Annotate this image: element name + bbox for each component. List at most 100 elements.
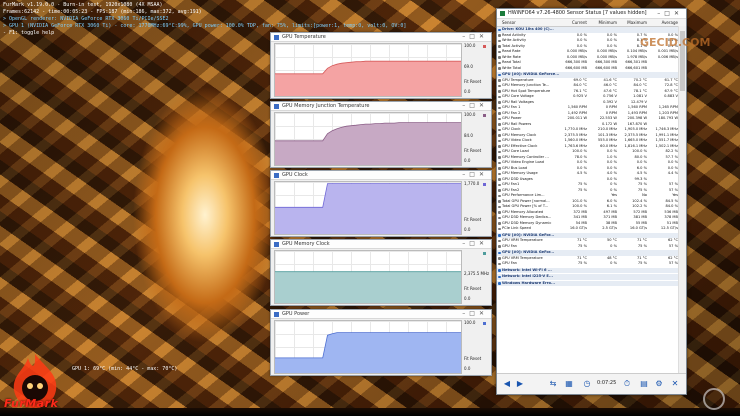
elapsed-time: 0:07:25 xyxy=(597,380,617,386)
vertical-scrollbar[interactable] xyxy=(678,26,686,375)
sensor-icon xyxy=(498,28,501,31)
column-minimum[interactable]: Minimum xyxy=(589,19,619,26)
report-icon[interactable]: ▤ xyxy=(638,378,650,390)
graph-fit-reset-buttons[interactable]: Fit Reset xyxy=(464,79,481,84)
column-average[interactable]: Average xyxy=(649,19,680,26)
sensor-name: GPU Memory Clock xyxy=(502,132,537,137)
graph-min-value: 0.0 xyxy=(464,227,471,232)
graph-min-value: 0.0 xyxy=(464,366,471,371)
sensor-name: GPU Fan2 xyxy=(502,187,520,192)
sensor-name: GPU Hot Spot Temperature xyxy=(502,88,551,93)
sensor-name: GPU Video Engine Load xyxy=(502,160,545,164)
hud-line: > OpenGL renderer: NVIDIA GeForce RTX 30… xyxy=(3,16,169,22)
graph-plot xyxy=(274,320,462,374)
sensor-list: Drive: KOU 1ihs 400 (C)... Read Activity 0… xyxy=(497,26,680,375)
graph-fit-reset-buttons[interactable]: Fit Reset xyxy=(464,356,481,361)
graph-app-icon xyxy=(274,34,279,40)
sensor-name: GPU Fan 2 xyxy=(502,110,521,115)
gpu-temp-status: GPU 1: 69°C (min: 44°C - max: 70°C) xyxy=(72,366,178,372)
graph-app-icon xyxy=(274,103,279,109)
graph-title: GPU Memory Junction Temperature xyxy=(282,103,370,109)
sensor-name: GPU D3D Memory Dedica... xyxy=(502,215,552,219)
nav-right-icon[interactable]: ▶ xyxy=(514,378,526,390)
sensor-icon xyxy=(498,156,501,159)
sensor-icon xyxy=(498,117,501,120)
graph-fit-reset-buttons[interactable]: Fit Reset xyxy=(464,217,481,222)
graph-fit-reset-buttons[interactable]: Fit Reset xyxy=(464,286,481,291)
graph-area xyxy=(275,332,461,373)
sensor-name: GPU Clock xyxy=(502,127,521,131)
sensor-value: 75 % xyxy=(577,243,587,248)
hud-line: > GPU 1 (NVIDIA GeForce RTX 3060 Ti) - c… xyxy=(3,23,407,29)
sensor-row[interactable]: PCIe Link Speed 16.0 GT/s 2.5 GT/s 16.0 GT/… xyxy=(497,226,680,232)
sensor-group-header[interactable]: Network: Intel I225-V E... xyxy=(497,274,680,280)
sensor-icon xyxy=(498,56,501,59)
graph-titlebar: GPU Clock –□✕ xyxy=(271,171,491,180)
graph-app-icon xyxy=(274,311,279,317)
sensor-row[interactable]: GPU Fan 75 % 0 % 75 % 57 % xyxy=(497,244,680,250)
network-icon[interactable]: ⇆ xyxy=(547,378,559,390)
sensor-icon xyxy=(498,245,501,248)
close-sensors-icon[interactable]: ✕ xyxy=(669,378,681,390)
column-sensor[interactable]: Sensor xyxy=(497,19,559,26)
window-controls[interactable]: –□✕ xyxy=(462,171,488,179)
sensor-name: Total GPU Power [% of T... xyxy=(502,204,549,208)
timer-icon[interactable]: ⏱ xyxy=(621,378,633,390)
sensor-icon xyxy=(498,172,501,175)
sensor-name: GPU D3D Usages xyxy=(502,176,533,181)
sensor-name: Read Total xyxy=(502,60,521,64)
sensor-name: Windows Hardware Erro... xyxy=(502,280,556,285)
graph-area xyxy=(275,61,461,96)
sensor-icon xyxy=(498,50,501,53)
graph-fit-reset-buttons[interactable]: Fit Reset xyxy=(464,148,481,153)
sensor-name: Network: Intel I225-V E... xyxy=(502,274,553,278)
settings-icon[interactable]: ⚙ xyxy=(653,378,665,390)
sensor-icon xyxy=(498,251,501,254)
hud-line: Frames:62142 - time:00:05:23 - FPS:187 (… xyxy=(3,9,202,15)
sensor-name: GPU Performance Lim... xyxy=(502,193,545,197)
sensor-value: 12.5 GT/s xyxy=(660,226,678,230)
sensor-name: GPU Bus Load xyxy=(502,165,528,170)
sensor-name: Total GPU Power [normal... xyxy=(502,198,550,203)
graph-titlebar: GPU Temperature –□✕ xyxy=(271,33,491,42)
sensor-name: GPU VRM Temperature xyxy=(502,238,543,242)
sensor-name: Write Total xyxy=(502,65,522,70)
graph-series xyxy=(275,60,461,96)
sensor-icon xyxy=(498,79,501,82)
column-current[interactable]: Current xyxy=(559,19,589,26)
graph-max-value: 100.0 xyxy=(464,320,476,325)
watermark: GECID.COM xyxy=(640,36,711,49)
layout-icon[interactable]: ▦ xyxy=(563,378,575,390)
sensor-icon xyxy=(498,275,501,278)
graph-series xyxy=(275,271,461,303)
sensor-value: 0 % xyxy=(610,261,617,265)
sensor-icon xyxy=(498,234,501,237)
sensor-value: 75 % xyxy=(637,243,647,248)
sensor-icon xyxy=(498,106,501,109)
window-controls[interactable]: –□✕ xyxy=(657,9,683,18)
graph-window: GPU Temperature –□✕ 100.0 69.0 Fit Reset 0.0 xyxy=(270,32,492,99)
sensor-name: Read Activity xyxy=(502,32,526,37)
window-controls[interactable]: –□✕ xyxy=(462,33,488,41)
sensor-icon xyxy=(498,61,501,64)
graph-current-value: 84.0 xyxy=(464,133,473,138)
sensor-icon xyxy=(498,150,501,153)
window-controls[interactable]: –□✕ xyxy=(462,102,488,110)
window-controls[interactable]: –□✕ xyxy=(462,240,488,248)
series-color-swatch xyxy=(483,114,486,117)
window-controls[interactable]: –□✕ xyxy=(462,310,488,318)
sensor-group-header[interactable]: Windows Hardware Erro... xyxy=(497,280,680,286)
column-maximum[interactable]: Maximum xyxy=(619,19,649,26)
graph-window: GPU Clock –□✕ 1,770.0 Fit Reset 0.0 xyxy=(270,170,492,237)
furmark-bottom-bar xyxy=(0,408,740,416)
nav-left-icon[interactable]: ◀ xyxy=(501,378,513,390)
sensor-row[interactable]: GPU Fan 75 % 0 % 75 % 57 % xyxy=(497,261,680,267)
sensor-icon xyxy=(498,161,501,164)
sensor-row[interactable]: Write Total 666,600 MB 666,600 MB 666,601 M… xyxy=(497,66,680,72)
graph-area xyxy=(275,183,461,234)
graph-series xyxy=(275,332,461,373)
hwinfo-title: HWiNFO64 v7.26-4800 Sensor Status [7 val… xyxy=(508,10,647,16)
graph-title: GPU Clock xyxy=(282,172,308,178)
sensor-group-header[interactable]: Network: Intel Wi-Fi 6 ... xyxy=(497,267,680,273)
sensor-icon xyxy=(498,128,501,131)
